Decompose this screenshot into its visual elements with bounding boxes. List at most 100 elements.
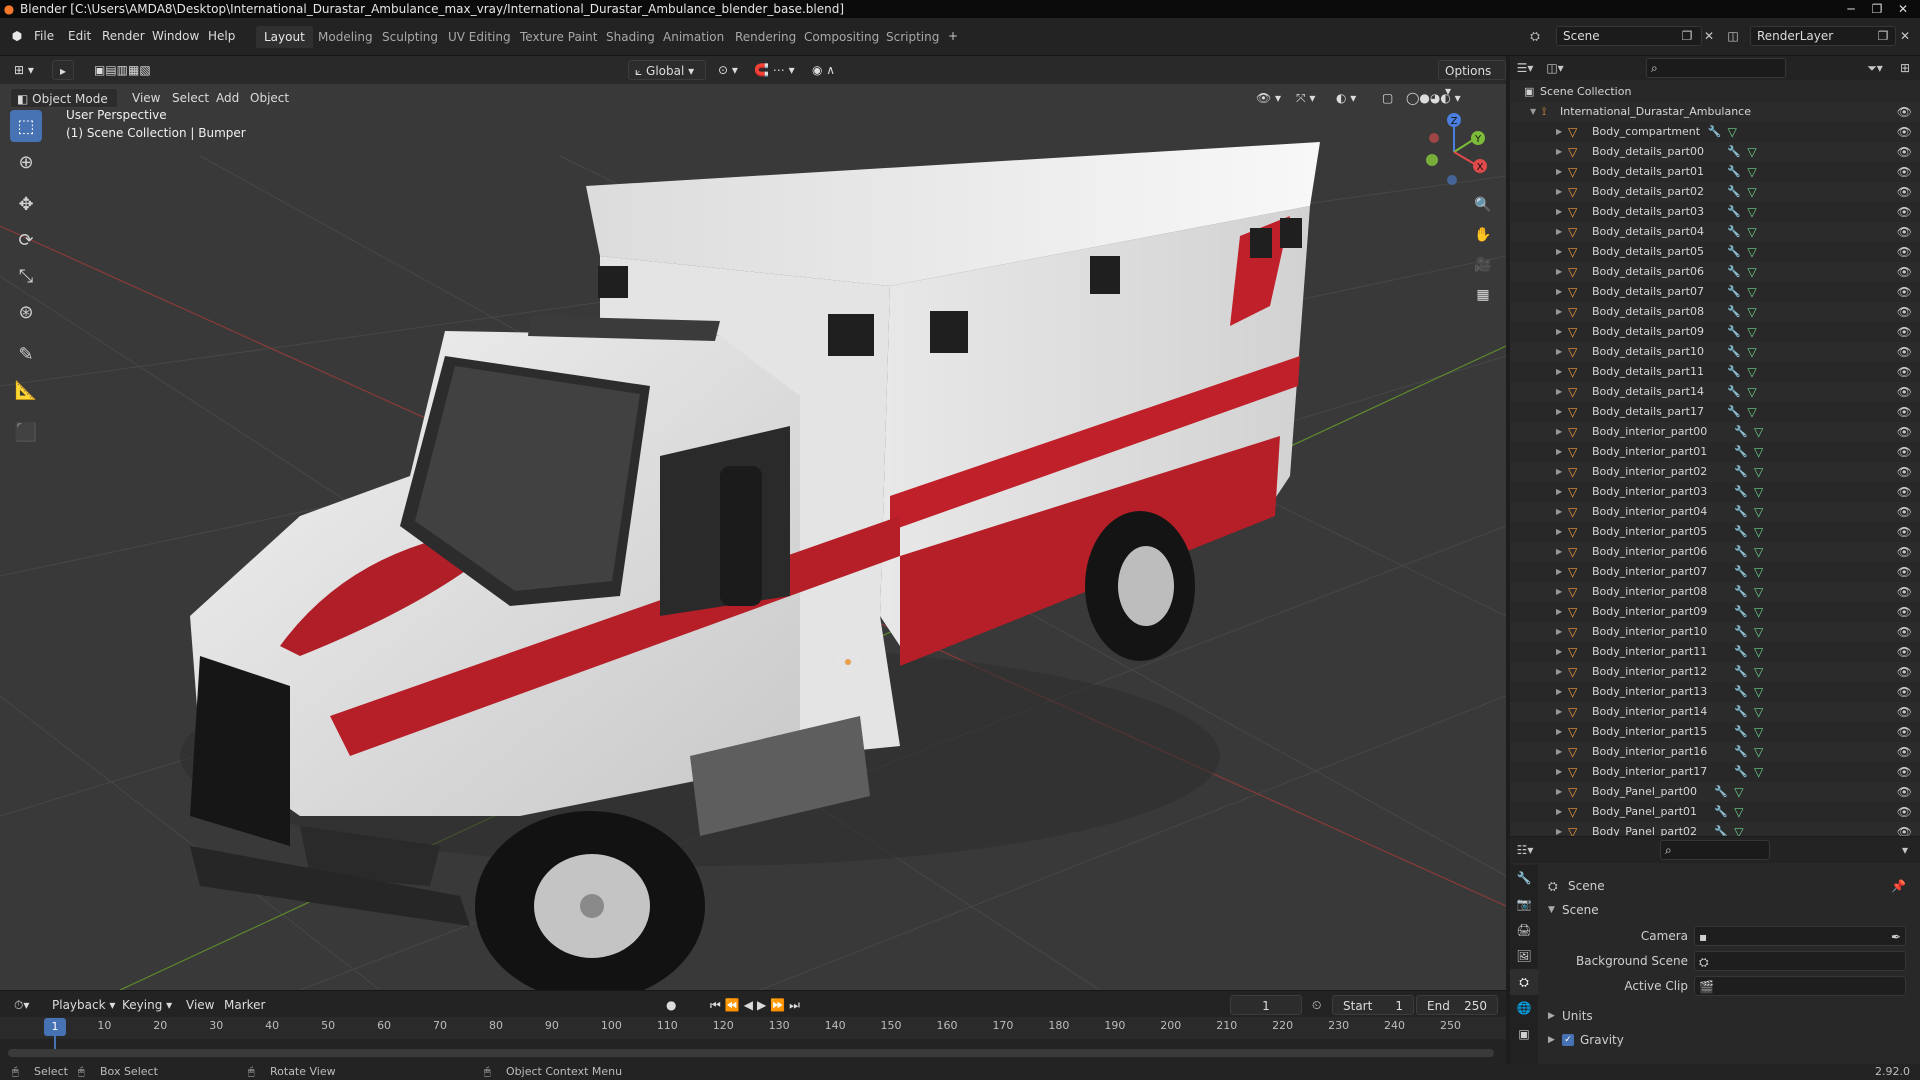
blender-menu-icon[interactable]: ⬢ — [6, 26, 28, 46]
pin-icon[interactable]: 📌 — [1891, 875, 1906, 897]
modifier-icon[interactable]: 🔧 — [1727, 342, 1741, 362]
visibility-eye-icon[interactable]: 👁 — [1897, 242, 1912, 262]
modifier-icon[interactable]: 🔧 — [1708, 122, 1722, 142]
outliner-expand-icon[interactable]: ▶ — [1556, 582, 1562, 602]
eyedropper-icon[interactable]: ✒ — [1891, 926, 1901, 948]
outliner-item[interactable]: ▶ ▽ Body_details_part00 🔧 ▽ 👁 — [1510, 142, 1920, 162]
outliner-expand-icon[interactable]: ▶ — [1556, 222, 1562, 242]
mesh-data-icon[interactable]: ▽ — [1747, 222, 1756, 242]
gravity-checkbox[interactable]: ✓ — [1562, 1034, 1574, 1046]
mesh-data-icon[interactable]: ▽ — [1747, 182, 1756, 202]
mesh-data-icon[interactable]: ▽ — [1754, 482, 1763, 502]
tool-tab-icon[interactable]: 🔧 — [1510, 865, 1538, 891]
outliner-expand-icon[interactable]: ▶ — [1556, 122, 1562, 142]
visibility-eye-icon[interactable]: 👁 — [1897, 722, 1912, 742]
outliner-item[interactable]: ▶ ▽ Body_details_part03 🔧 ▽ 👁 — [1510, 202, 1920, 222]
tab-animation[interactable]: Animation — [655, 26, 732, 48]
outliner-item[interactable]: ▶ ▽ Body_details_part06 🔧 ▽ 👁 — [1510, 262, 1920, 282]
outliner-item[interactable]: ▶ ▽ Body_Panel_part02 🔧 ▽ 👁 — [1510, 822, 1920, 836]
outliner-item[interactable]: ▶ ▽ Body_interior_part04 🔧 ▽ 👁 — [1510, 502, 1920, 522]
outliner-item[interactable]: ▶ ▽ Body_interior_part14 🔧 ▽ 👁 — [1510, 702, 1920, 722]
visibility-eye-icon[interactable]: 👁 — [1897, 182, 1912, 202]
timeline-menu-playback[interactable]: Playback ▾ — [46, 995, 121, 1015]
add-workspace-icon[interactable]: + — [942, 26, 964, 46]
mesh-data-icon[interactable]: ▽ — [1754, 682, 1763, 702]
modifier-icon[interactable]: 🔧 — [1734, 682, 1748, 702]
pivot-point-icon[interactable]: ⊙ ▾ — [712, 60, 744, 80]
outliner-expand-icon[interactable]: ▶ — [1556, 742, 1562, 762]
menu-file[interactable]: File — [30, 26, 58, 46]
visibility-eye-icon[interactable]: 👁 — [1897, 282, 1912, 302]
outliner-item[interactable]: ▶ ▽ Body_details_part09 🔧 ▽ 👁 — [1510, 322, 1920, 342]
mesh-data-icon[interactable]: ▽ — [1754, 502, 1763, 522]
outliner-expand-icon[interactable]: ▶ — [1556, 522, 1562, 542]
outliner-item[interactable]: ▶ ▽ Body_interior_part09 🔧 ▽ 👁 — [1510, 602, 1920, 622]
outliner-expand-icon[interactable]: ▶ — [1556, 782, 1562, 802]
timeline-editor-type-icon[interactable]: ⏱▾ — [8, 995, 35, 1015]
visibility-icon[interactable]: 👁 ▾ — [1250, 88, 1287, 108]
outliner-item[interactable]: ▶ ▽ Body_interior_part03 🔧 ▽ 👁 — [1510, 482, 1920, 502]
mesh-data-icon[interactable]: ▽ — [1747, 382, 1756, 402]
outliner-item[interactable]: ▶ ▽ Body_details_part11 🔧 ▽ 👁 — [1510, 362, 1920, 382]
modifier-icon[interactable]: 🔧 — [1734, 542, 1748, 562]
visibility-eye-icon[interactable]: 👁 — [1897, 122, 1912, 142]
mode-dropdown[interactable]: ◧ Object Mode ▾ — [10, 88, 118, 126]
mesh-data-icon[interactable]: ▽ — [1747, 302, 1756, 322]
visibility-eye-icon[interactable]: 👁 — [1897, 162, 1912, 182]
outliner-search-input[interactable]: ⌕ — [1646, 58, 1786, 78]
visibility-eye-icon[interactable]: 👁 — [1897, 622, 1912, 642]
menu-window[interactable]: Window — [148, 26, 203, 46]
visibility-eye-icon[interactable]: 👁 — [1897, 782, 1912, 802]
units-panel-header[interactable]: ▶ Units — [1546, 1005, 1916, 1027]
current-frame-field[interactable]: 1 — [1230, 995, 1302, 1015]
overlays-icon[interactable]: ◐ ▾ — [1330, 88, 1362, 108]
timeline-scrollbar[interactable] — [8, 1049, 1494, 1057]
3d-viewport[interactable]: ⊞ ▾ ▸ ▣▤▥▦▧ ⟀ Global ▾ ⊙ ▾ 🧲 ⋯ ▾ ◉ ∧ Opt… — [0, 56, 1506, 990]
mesh-data-icon[interactable]: ▽ — [1747, 322, 1756, 342]
new-scene-icon[interactable]: ❐ — [1676, 26, 1698, 46]
mesh-data-icon[interactable]: ▽ — [1734, 802, 1743, 822]
xray-icon[interactable]: ▢ — [1376, 88, 1399, 108]
scene-tab-icon[interactable]: ⛭ — [1510, 969, 1538, 995]
outliner-item[interactable]: ▶ ▽ Body_details_part08 🔧 ▽ 👁 — [1510, 302, 1920, 322]
menu-render[interactable]: Render — [98, 26, 149, 46]
outliner-item[interactable]: ▶ ▽ Body_Panel_part00 🔧 ▽ 👁 — [1510, 782, 1920, 802]
select-box-tool-icon[interactable]: ⬚ — [10, 110, 42, 142]
tab-compositing[interactable]: Compositing — [796, 26, 887, 48]
outliner-item[interactable]: ▶ ▽ Body_interior_part07 🔧 ▽ 👁 — [1510, 562, 1920, 582]
delete-render-layer-icon[interactable]: ✕ — [1894, 26, 1916, 46]
select-tool-icon[interactable]: ▸ — [52, 60, 74, 80]
outliner-expand-icon[interactable]: ▶ — [1556, 722, 1562, 742]
modifier-icon[interactable]: 🔧 — [1734, 642, 1748, 662]
visibility-eye-icon[interactable]: 👁 — [1897, 802, 1912, 822]
viewport-menu-object[interactable]: Object — [244, 88, 295, 108]
mesh-data-icon[interactable]: ▽ — [1754, 662, 1763, 682]
viewport-menu-view[interactable]: View — [126, 88, 166, 108]
mesh-data-icon[interactable]: ▽ — [1754, 602, 1763, 622]
close-icon[interactable]: ✕ — [1890, 0, 1916, 18]
visibility-eye-icon[interactable]: 👁 — [1897, 382, 1912, 402]
record-icon[interactable]: ● — [660, 995, 682, 1015]
outliner-scene-collection[interactable]: ▣ Scene Collection — [1510, 82, 1920, 102]
render-tab-icon[interactable]: 📷 — [1510, 891, 1538, 917]
mesh-data-icon[interactable]: ▽ — [1754, 422, 1763, 442]
outliner-expand-icon[interactable]: ▶ — [1556, 142, 1562, 162]
transform-tool-icon[interactable]: ⊛ — [10, 296, 42, 328]
outliner-expand-icon[interactable]: ▶ — [1556, 362, 1562, 382]
visibility-eye-icon[interactable]: 👁 — [1897, 442, 1912, 462]
mesh-data-icon[interactable]: ▽ — [1754, 562, 1763, 582]
mesh-data-icon[interactable]: ▽ — [1734, 782, 1743, 802]
use-preview-range-icon[interactable]: ⏲ — [1306, 995, 1327, 1015]
visibility-eye-icon[interactable]: 👁 — [1897, 342, 1912, 362]
outliner-expand-icon[interactable]: ▶ — [1556, 602, 1562, 622]
tab-shading[interactable]: Shading — [598, 26, 663, 48]
mesh-data-icon[interactable]: ▽ — [1754, 762, 1763, 782]
modifier-icon[interactable]: 🔧 — [1734, 442, 1748, 462]
visibility-eye-icon[interactable]: 👁 — [1897, 702, 1912, 722]
outliner-expand-icon[interactable]: ▶ — [1556, 442, 1562, 462]
shading-modes-icons[interactable]: ◯●◕◐ ▾ — [1400, 88, 1467, 108]
menu-edit[interactable]: Edit — [64, 26, 95, 46]
outliner-item[interactable]: ▶ ▽ Body_details_part10 🔧 ▽ 👁 — [1510, 342, 1920, 362]
modifier-icon[interactable]: 🔧 — [1727, 162, 1741, 182]
outliner-expand-icon[interactable]: ▶ — [1556, 642, 1562, 662]
